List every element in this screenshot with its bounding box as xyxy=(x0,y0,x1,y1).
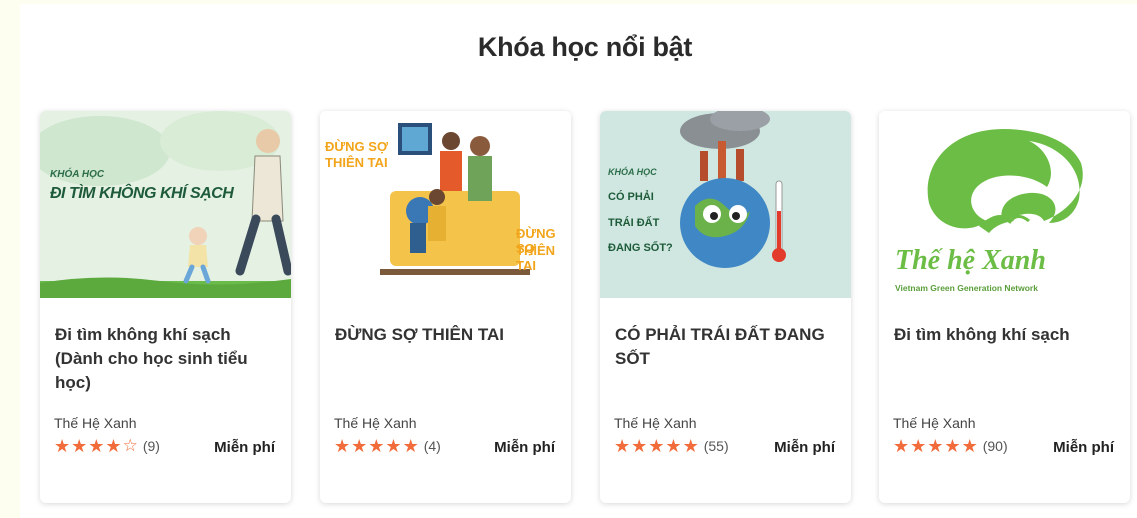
course-author: Thế Hệ Xanh xyxy=(54,415,137,431)
star-icon: ★ xyxy=(682,436,699,456)
section-title: Khóa học nổi bật xyxy=(477,32,693,62)
rating-count: (9) xyxy=(142,438,160,454)
rating-count: (90) xyxy=(982,438,1008,454)
course-author: Thế Hệ Xanh xyxy=(614,415,697,431)
star-icon: ★ xyxy=(910,436,927,456)
course-price: Miễn phí xyxy=(774,439,835,456)
course-thumbnail[interactable]: KHÓA HỌC ĐI TÌM KHÔNG KHÍ SẠCH xyxy=(40,111,291,298)
star-icon: ★ xyxy=(88,436,105,456)
logo-tagline: Vietnam Green Generation Network xyxy=(895,283,1038,293)
star-icon: ★ xyxy=(614,436,631,456)
course-card[interactable]: Thế hệ Xanh Vietnam Green Generation Net… xyxy=(879,111,1130,503)
thumbnail-caption-top-1: ĐỪNG SỢ xyxy=(325,139,389,154)
course-author: Thế Hệ Xanh xyxy=(334,415,417,431)
thumbnail-caption-line-3: ĐANG SỐT? xyxy=(608,242,673,254)
course-rating: ★ ★ ★ ★ ★ (55) xyxy=(614,437,729,455)
star-icon: ★ xyxy=(334,436,351,456)
course-title[interactable]: CÓ PHẢI TRÁI ĐẤT ĐANG SỐT xyxy=(615,323,840,371)
course-price: Miễn phí xyxy=(214,439,275,456)
star-icon: ★ xyxy=(631,436,648,456)
thumbnail-caption-line-1: CÓ PHẢI xyxy=(608,191,654,203)
thumbnail-caption-bottom-2: THIÊN TAI xyxy=(516,243,555,273)
star-icon: ★ xyxy=(385,436,402,456)
star-icon: ★ xyxy=(665,436,682,456)
star-icon: ★ xyxy=(54,436,71,456)
thumbnail-caption-small: KHÓA HỌC xyxy=(608,167,657,177)
course-title[interactable]: ĐỪNG SỢ THIÊN TAI xyxy=(335,323,560,347)
rating-count: (4) xyxy=(423,438,441,454)
thumbnail-caption-top-2: THIÊN TAI xyxy=(325,155,388,170)
star-icon: ★ xyxy=(927,436,944,456)
star-icon: ★ xyxy=(351,436,368,456)
course-thumbnail[interactable]: Thế hệ Xanh Vietnam Green Generation Net… xyxy=(879,111,1130,298)
star-icon: ★ xyxy=(961,436,978,456)
course-thumbnail[interactable]: ĐỪNG SỢ THIÊN TAI ĐỪNG SỢ THIÊN TAI xyxy=(320,111,571,298)
star-empty-icon: ☆ xyxy=(122,436,138,455)
star-icon: ★ xyxy=(893,436,910,456)
course-rating: ★ ★ ★ ★ ☆ (9) xyxy=(54,436,160,456)
logo-wordmark: Thế hệ Xanh xyxy=(895,245,1046,276)
thumbnail-caption-line-2: TRÁI ĐẤT xyxy=(608,217,660,229)
star-icon: ★ xyxy=(368,436,385,456)
star-icon: ★ xyxy=(105,436,122,456)
courses-section: Khóa học nổi bật KHÓA HỌC ĐI TÌM KHÔNG K… xyxy=(20,4,1137,518)
course-price: Miễn phí xyxy=(494,439,555,456)
rating-count: (55) xyxy=(703,438,729,454)
course-rating: ★ ★ ★ ★ ★ (90) xyxy=(893,437,1008,455)
star-icon: ★ xyxy=(944,436,961,456)
star-icon: ★ xyxy=(71,436,88,456)
course-card[interactable]: KHÓA HỌC CÓ PHẢI TRÁI ĐẤT ĐANG SỐT? CÓ P… xyxy=(600,111,851,503)
star-icon: ★ xyxy=(402,436,419,456)
thumbnail-caption-large: ĐI TÌM KHÔNG KHÍ SẠCH xyxy=(50,185,234,202)
thumbnail-caption-small: KHÓA HỌC xyxy=(50,169,105,180)
course-price: Miễn phí xyxy=(1053,439,1114,456)
course-title[interactable]: Đi tìm không khí sạch (Dành cho học sinh… xyxy=(55,323,280,395)
course-card[interactable]: KHÓA HỌC ĐI TÌM KHÔNG KHÍ SẠCH Đi tìm kh… xyxy=(40,111,291,503)
course-thumbnail[interactable]: KHÓA HỌC CÓ PHẢI TRÁI ĐẤT ĐANG SỐT? xyxy=(600,111,851,298)
course-rating: ★ ★ ★ ★ ★ (4) xyxy=(334,437,441,455)
star-icon: ★ xyxy=(648,436,665,456)
course-title[interactable]: Đi tìm không khí sạch xyxy=(894,323,1119,347)
course-card[interactable]: ĐỪNG SỢ THIÊN TAI ĐỪNG SỢ THIÊN TAI ĐỪNG… xyxy=(320,111,571,503)
course-author: Thế Hệ Xanh xyxy=(893,415,976,431)
